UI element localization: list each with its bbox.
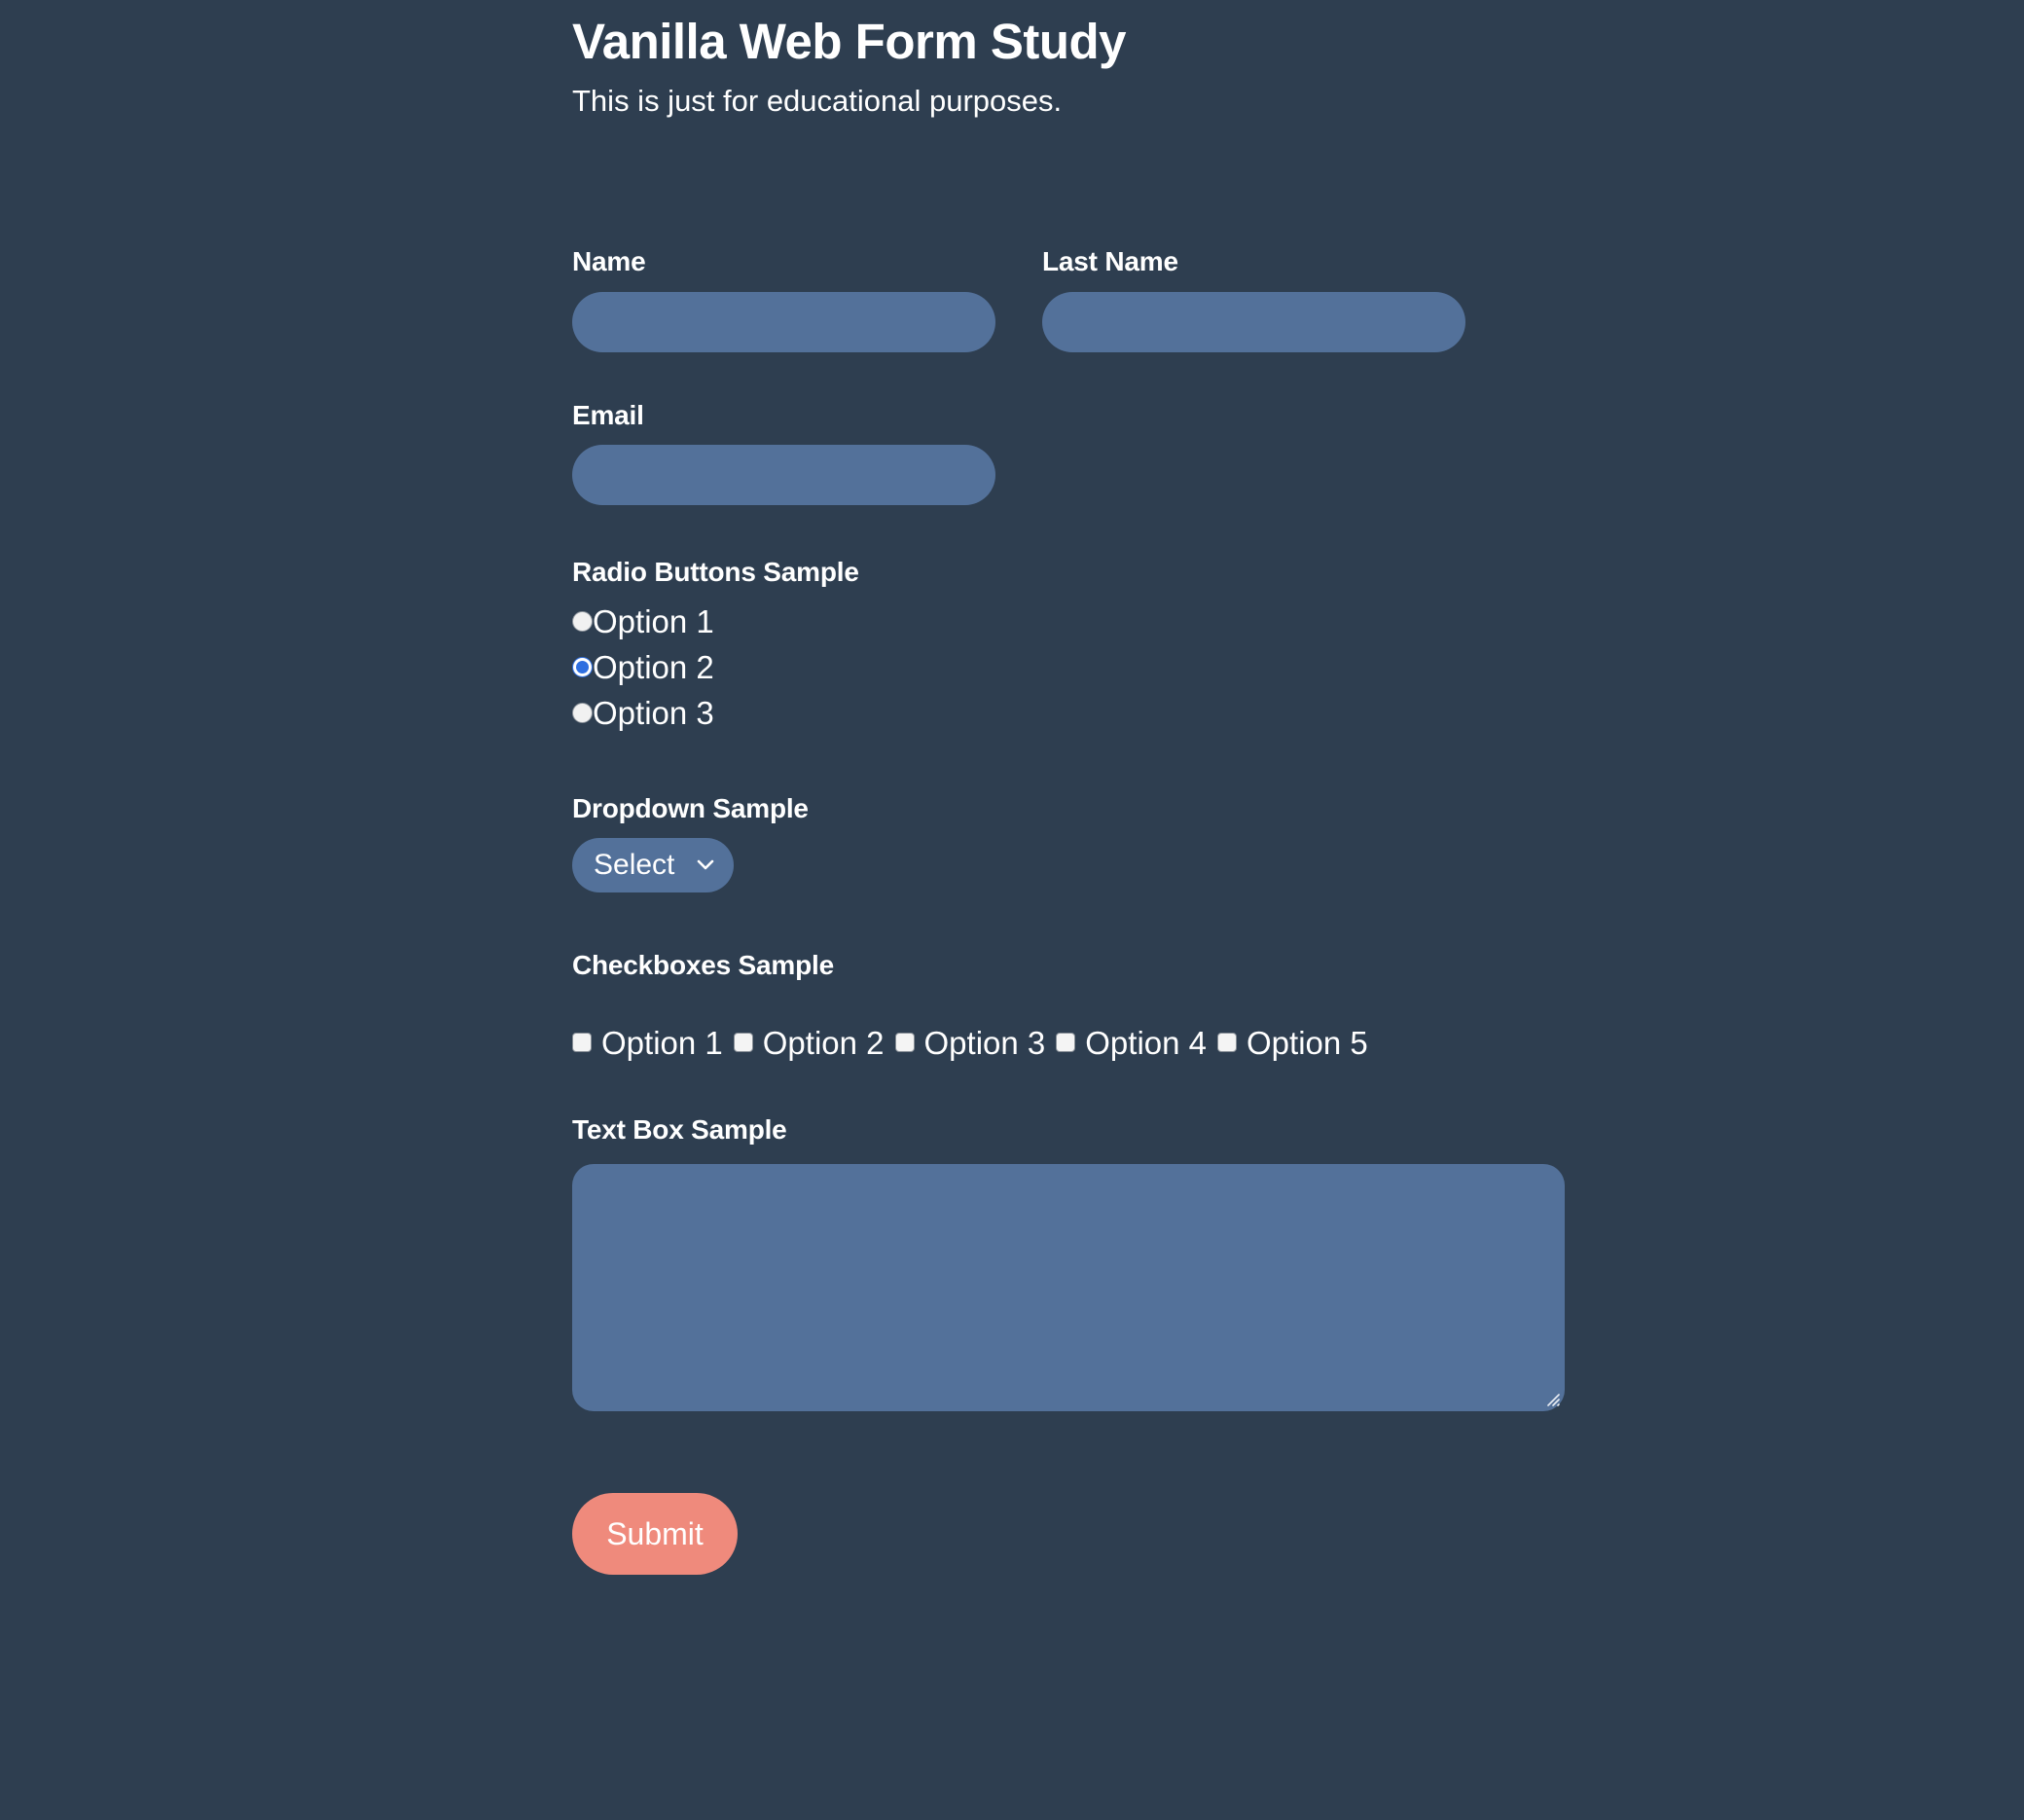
radio-option-3[interactable]: Option 3 [572, 690, 1973, 736]
checkbox-option-4[interactable]: Option 4 [1056, 1027, 1207, 1059]
submit-button[interactable]: Submit [572, 1492, 738, 1575]
dropdown-section: Dropdown Sample Select [572, 792, 1973, 893]
radio-section: Radio Buttons Sample Option 1 Option 2 O… [572, 556, 1973, 736]
checkbox-option-label: Option 1 [601, 1024, 723, 1061]
radio-option-label: Option 2 [593, 648, 714, 685]
last-name-label: Last Name [1042, 246, 1178, 276]
radio-option-label: Option 1 [593, 602, 714, 639]
last-name-input[interactable] [1042, 291, 1465, 352]
checkbox-list: Option 1 Option 2 Option 3 Option 4 Opti [572, 1027, 1973, 1059]
textarea-wrapper [572, 1163, 1565, 1411]
page-header: Vanilla Web Form Study This is just for … [572, 14, 1740, 119]
checkbox-section: Checkboxes Sample Option 1 Option 2 Opti… [572, 949, 1973, 1059]
name-label: Name [572, 246, 646, 276]
radio-option-label: Option 3 [593, 694, 714, 731]
checkbox-section-heading: Checkboxes Sample [572, 950, 834, 981]
checkbox-icon[interactable] [733, 1033, 753, 1053]
checkbox-option-label: Option 5 [1247, 1024, 1368, 1061]
textarea-section-heading: Text Box Sample [572, 1113, 787, 1145]
checkbox-option-5[interactable]: Option 5 [1217, 1027, 1368, 1059]
dropdown-wrapper: Select [572, 838, 734, 893]
form-page: Vanilla Web Form Study This is just for … [0, 0, 2024, 1820]
radio-icon[interactable] [572, 702, 593, 723]
checkbox-option-label: Option 4 [1085, 1024, 1207, 1061]
textarea-section: Text Box Sample [572, 1113, 1973, 1411]
radio-icon[interactable] [572, 610, 593, 632]
radio-section-heading: Radio Buttons Sample [572, 557, 859, 588]
dropdown-select[interactable]: Select [572, 838, 734, 893]
page-title: Vanilla Web Form Study [572, 14, 1127, 69]
email-field-group: Email [572, 399, 1973, 506]
checkbox-icon[interactable] [1217, 1033, 1237, 1053]
checkbox-option-3[interactable]: Option 3 [894, 1024, 1046, 1061]
checkbox-icon[interactable] [1056, 1033, 1076, 1053]
last-name-field-group: Last Name [1042, 245, 1465, 352]
name-field-group: Name [572, 245, 995, 352]
name-row: Name Last Name [572, 245, 1973, 352]
dropdown-section-heading: Dropdown Sample [572, 792, 809, 823]
checkbox-icon[interactable] [894, 1033, 915, 1053]
radio-list: Option 1 Option 2 Option 3 [572, 599, 1973, 736]
submit-row: Submit [572, 1492, 1973, 1575]
checkbox-option-label: Option 2 [762, 1024, 885, 1061]
page-subtitle: This is just for educational purposes. [572, 84, 1063, 119]
name-input[interactable] [572, 291, 995, 352]
checkbox-option-label: Option 3 [923, 1024, 1046, 1061]
email-label: Email [572, 399, 644, 430]
checkbox-icon[interactable] [572, 1033, 592, 1053]
email-input[interactable] [572, 445, 995, 506]
radio-icon-selected[interactable] [572, 656, 593, 677]
checkbox-option-2[interactable]: Option 2 [733, 1024, 885, 1061]
checkbox-option-1[interactable]: Option 1 [572, 1027, 723, 1059]
radio-option-1[interactable]: Option 1 [572, 599, 1973, 644]
text-box-input[interactable] [572, 1163, 1565, 1411]
radio-option-2[interactable]: Option 2 [572, 644, 1973, 690]
study-form: Name Last Name Email Radio Buttons Sampl… [572, 245, 1973, 1575]
